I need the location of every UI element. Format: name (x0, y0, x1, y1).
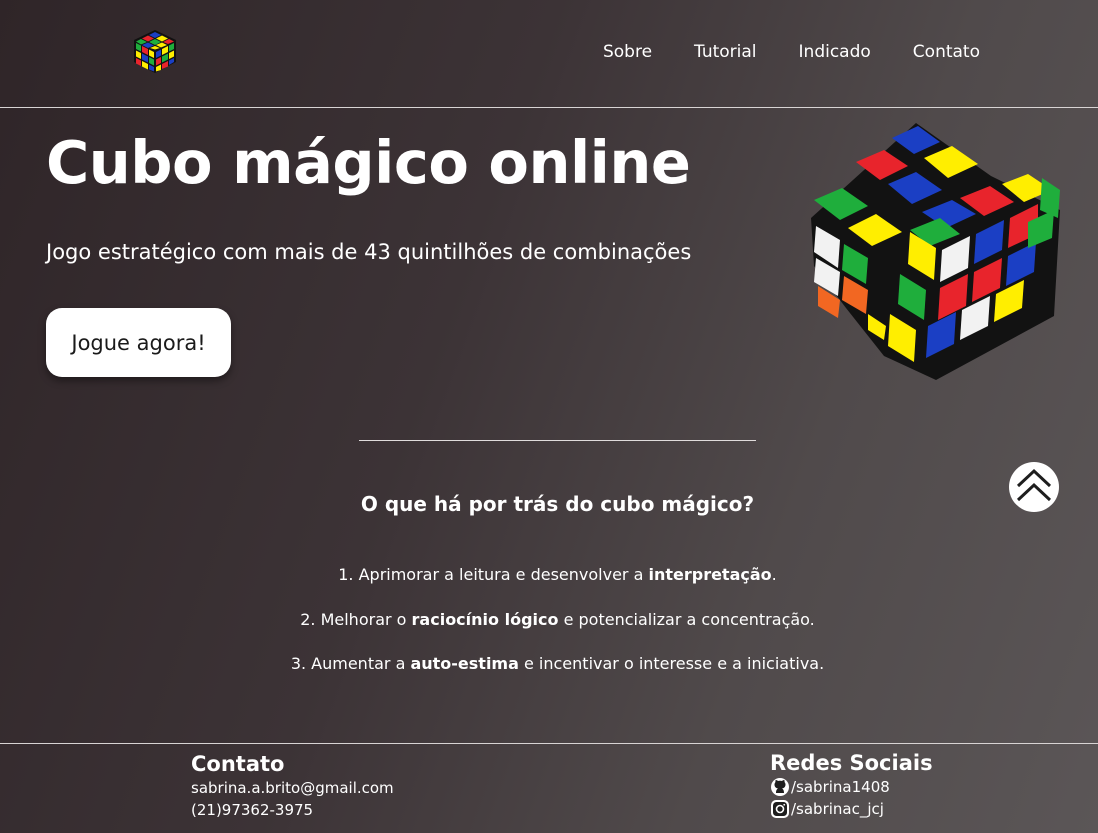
nav-link-sobre[interactable]: Sobre (603, 42, 652, 62)
instagram-link-row: /sabrinac_jcj (770, 799, 933, 819)
rubiks-cube-image (811, 123, 1060, 380)
github-link-row: /sabrina1408 (770, 777, 933, 797)
nav-link-contato[interactable]: Contato (913, 42, 980, 62)
site-footer: Contato sabrina.a.brito@gmail.com (21)97… (0, 743, 1098, 833)
instagram-icon[interactable] (770, 799, 790, 819)
hero-subtitle: Jogo estratégico com mais de 43 quintilh… (46, 240, 692, 264)
nav-link-tutorial[interactable]: Tutorial (694, 42, 757, 62)
footer-social: Redes Sociais /sabrina1408 /sabrinac_jcj (770, 751, 933, 819)
about-title: O que há por trás do cubo mágico? (360, 492, 755, 516)
footer-social-title: Redes Sociais (770, 751, 933, 775)
list-item: 1. Aprimorar a leitura e desenvolver a i… (338, 565, 777, 584)
contact-email: sabrina.a.brito@gmail.com (191, 779, 394, 797)
github-icon[interactable] (770, 777, 790, 797)
footer-contact: Contato sabrina.a.brito@gmail.com (21)97… (191, 752, 394, 820)
instagram-link[interactable]: /sabrinac_jcj (791, 799, 884, 819)
site-header: Sobre Tutorial Indicado Contato (0, 0, 1098, 108)
main-nav: Sobre Tutorial Indicado Contato (603, 42, 980, 62)
list-item: 2. Melhorar o raciocínio lógico e potenc… (300, 609, 815, 629)
contact-phone: (21)97362-3975 (191, 801, 314, 819)
github-link[interactable]: /sabrina1408 (791, 777, 890, 797)
benefits-list: 1. Aprimorar a leitura e desenvolver a i… (0, 563, 1098, 697)
play-now-button[interactable]: Jogue agora! (46, 308, 231, 377)
footer-contact-title: Contato (191, 752, 285, 776)
section-divider (359, 440, 756, 441)
list-item: 3. Aumentar a auto-estima e incentivar o… (290, 654, 825, 673)
nav-link-indicado[interactable]: Indicado (799, 42, 871, 62)
hero-title: Cubo mágico online (46, 128, 691, 197)
rubiks-cube-logo[interactable] (130, 26, 180, 76)
